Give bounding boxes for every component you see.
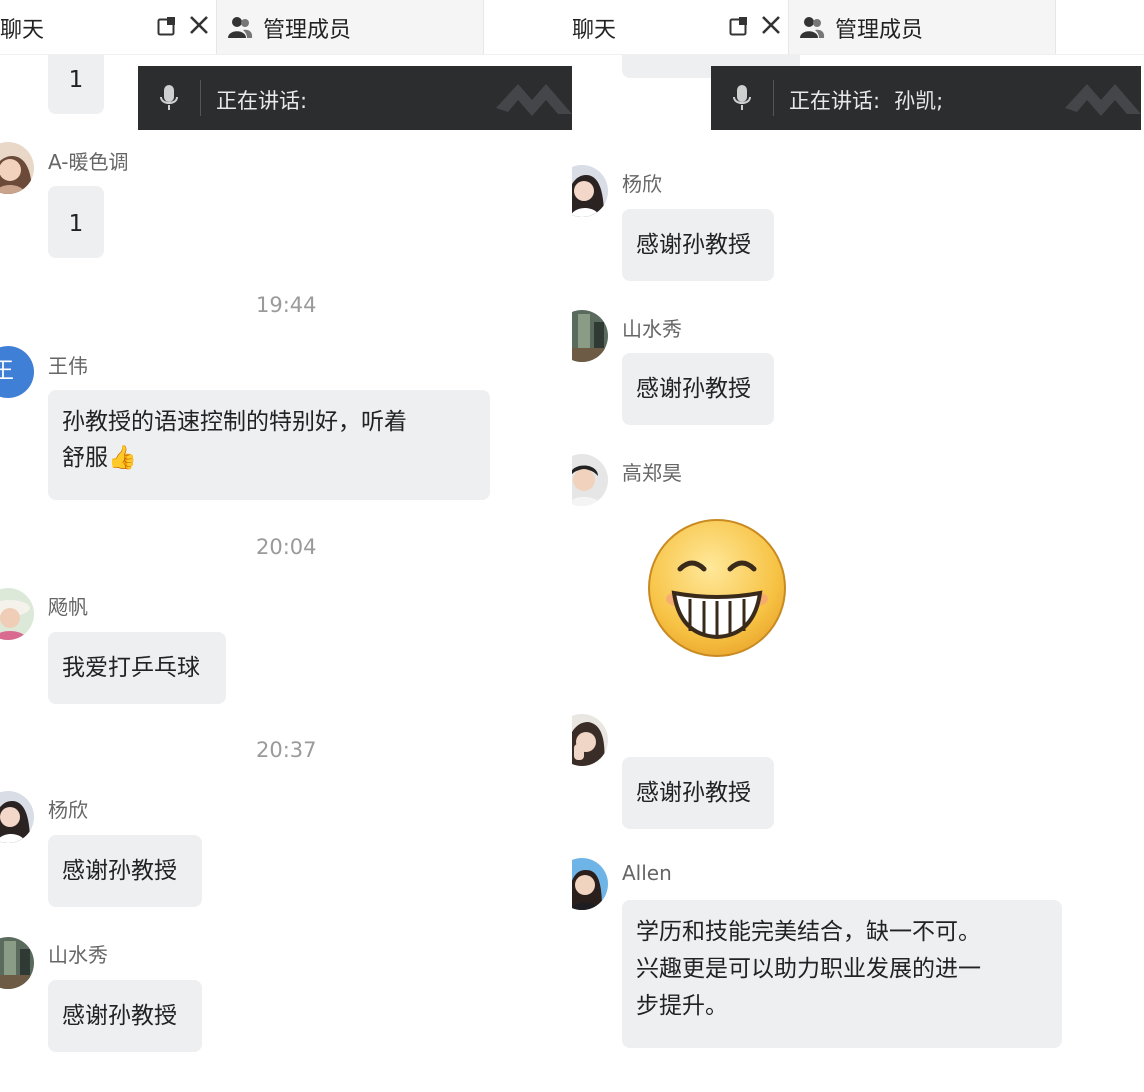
message-text: 感谢孙教授 <box>62 1003 177 1029</box>
sender-name: Allen <box>622 861 672 885</box>
speaking-indicator: 正在讲话: 孙凯; <box>711 66 1141 130</box>
avatar[interactable] <box>572 454 608 506</box>
avatar[interactable] <box>0 142 34 194</box>
speaking-text: 正在讲话: <box>216 85 335 115</box>
message-text: 1 <box>68 67 84 93</box>
sender-name: 王伟 <box>48 354 88 378</box>
message-bubble: 感谢孙教授 <box>48 980 202 1052</box>
panel-header: 聊天 管理成员 <box>572 0 1144 55</box>
message-text: 感谢孙教授 <box>636 376 751 402</box>
popout-icon[interactable] <box>157 16 177 36</box>
tab-chat[interactable]: 聊天 <box>572 12 616 44</box>
message-bubble: 感谢孙教授 <box>622 209 774 281</box>
avatar[interactable] <box>572 858 608 910</box>
message-bubble: 学历和技能完美结合，缺一不可。 兴趣更是可以助力职业发展的进一 步提升。 <box>622 900 1062 1048</box>
tab-chat[interactable]: 聊天 <box>0 12 44 44</box>
timestamp: 20:37 <box>256 738 317 762</box>
speaking-label: 正在讲话: <box>216 89 308 113</box>
chat-panel-left: 1 A-暖色调 1 19:44 王伟 王伟 孙教授的语速控制的特别好，听着 舒服… <box>0 0 572 1092</box>
panel-header: 聊天 管理成员 <box>0 0 572 55</box>
message-text-line: 孙教授的语速控制的特别好，听着 <box>62 409 407 435</box>
avatar[interactable] <box>572 714 608 766</box>
tab-members-label: 管理成员 <box>263 18 352 43</box>
grin-emoji <box>646 517 788 659</box>
message-text: 我爱打乒乓球 <box>62 655 200 681</box>
tab-manage-members[interactable]: 管理成员 <box>788 0 1056 54</box>
message-bubble: 孙教授的语速控制的特别好，听着 舒服👍 <box>48 390 490 500</box>
timestamp: 19:44 <box>256 293 317 317</box>
message-text: 感谢孙教授 <box>636 232 751 258</box>
sender-name: 杨欣 <box>48 798 88 822</box>
tab-members-label: 管理成员 <box>835 18 924 43</box>
members-icon <box>227 14 253 40</box>
avatar[interactable]: 王伟 <box>0 346 34 398</box>
avatar[interactable] <box>0 588 34 640</box>
message-text: 感谢孙教授 <box>62 858 177 884</box>
message-text: 感谢孙教授 <box>636 780 751 806</box>
timestamp: 20:04 <box>256 535 317 559</box>
message-bubble: 感谢孙教授 <box>48 835 202 907</box>
sender-name: 山水秀 <box>622 317 682 341</box>
speaking-name: 孙凯; <box>894 89 944 113</box>
message-bubble: 我爱打乒乓球 <box>48 632 226 704</box>
mic-icon <box>158 84 180 112</box>
watermark-logo <box>1065 74 1141 122</box>
sender-name: 高郑昊 <box>622 461 682 485</box>
message-text-line: 舒服👍 <box>62 445 137 471</box>
avatar[interactable] <box>572 165 608 217</box>
popout-icon[interactable] <box>729 16 749 36</box>
chat-panel-right: 杨欣 感谢孙教授 山水秀 感谢孙教授 高郑昊 感谢孙教授 Allen 学历和技能… <box>572 0 1144 1092</box>
close-icon[interactable] <box>189 15 209 35</box>
avatar[interactable] <box>0 791 34 843</box>
members-icon <box>799 14 825 40</box>
message-bubble: 1 <box>48 186 104 258</box>
close-icon[interactable] <box>761 15 781 35</box>
divider <box>773 80 774 116</box>
speaking-label: 正在讲话: <box>789 89 881 113</box>
mic-icon <box>731 84 753 112</box>
speaking-text: 正在讲话: 孙凯; <box>789 85 957 115</box>
sender-name: A-暖色调 <box>48 150 129 174</box>
message-text-line: 步提升。 <box>636 993 728 1019</box>
sender-name: 杨欣 <box>622 172 662 196</box>
speaking-indicator: 正在讲话: <box>138 66 572 130</box>
tab-manage-members[interactable]: 管理成员 <box>216 0 484 54</box>
sender-name: 飏帆 <box>48 595 88 619</box>
message-text-line: 学历和技能完美结合，缺一不可。 <box>636 919 981 945</box>
avatar[interactable] <box>0 937 34 989</box>
message-text-line: 兴趣更是可以助力职业发展的进一 <box>636 956 981 982</box>
message-bubble: 感谢孙教授 <box>622 757 774 829</box>
sender-name: 山水秀 <box>48 943 108 967</box>
message-text: 1 <box>68 211 84 237</box>
divider <box>200 80 201 116</box>
message-bubble: 感谢孙教授 <box>622 353 774 425</box>
avatar[interactable] <box>572 310 608 362</box>
watermark-logo <box>496 74 572 122</box>
avatar-initials: 王伟 <box>0 359 15 384</box>
